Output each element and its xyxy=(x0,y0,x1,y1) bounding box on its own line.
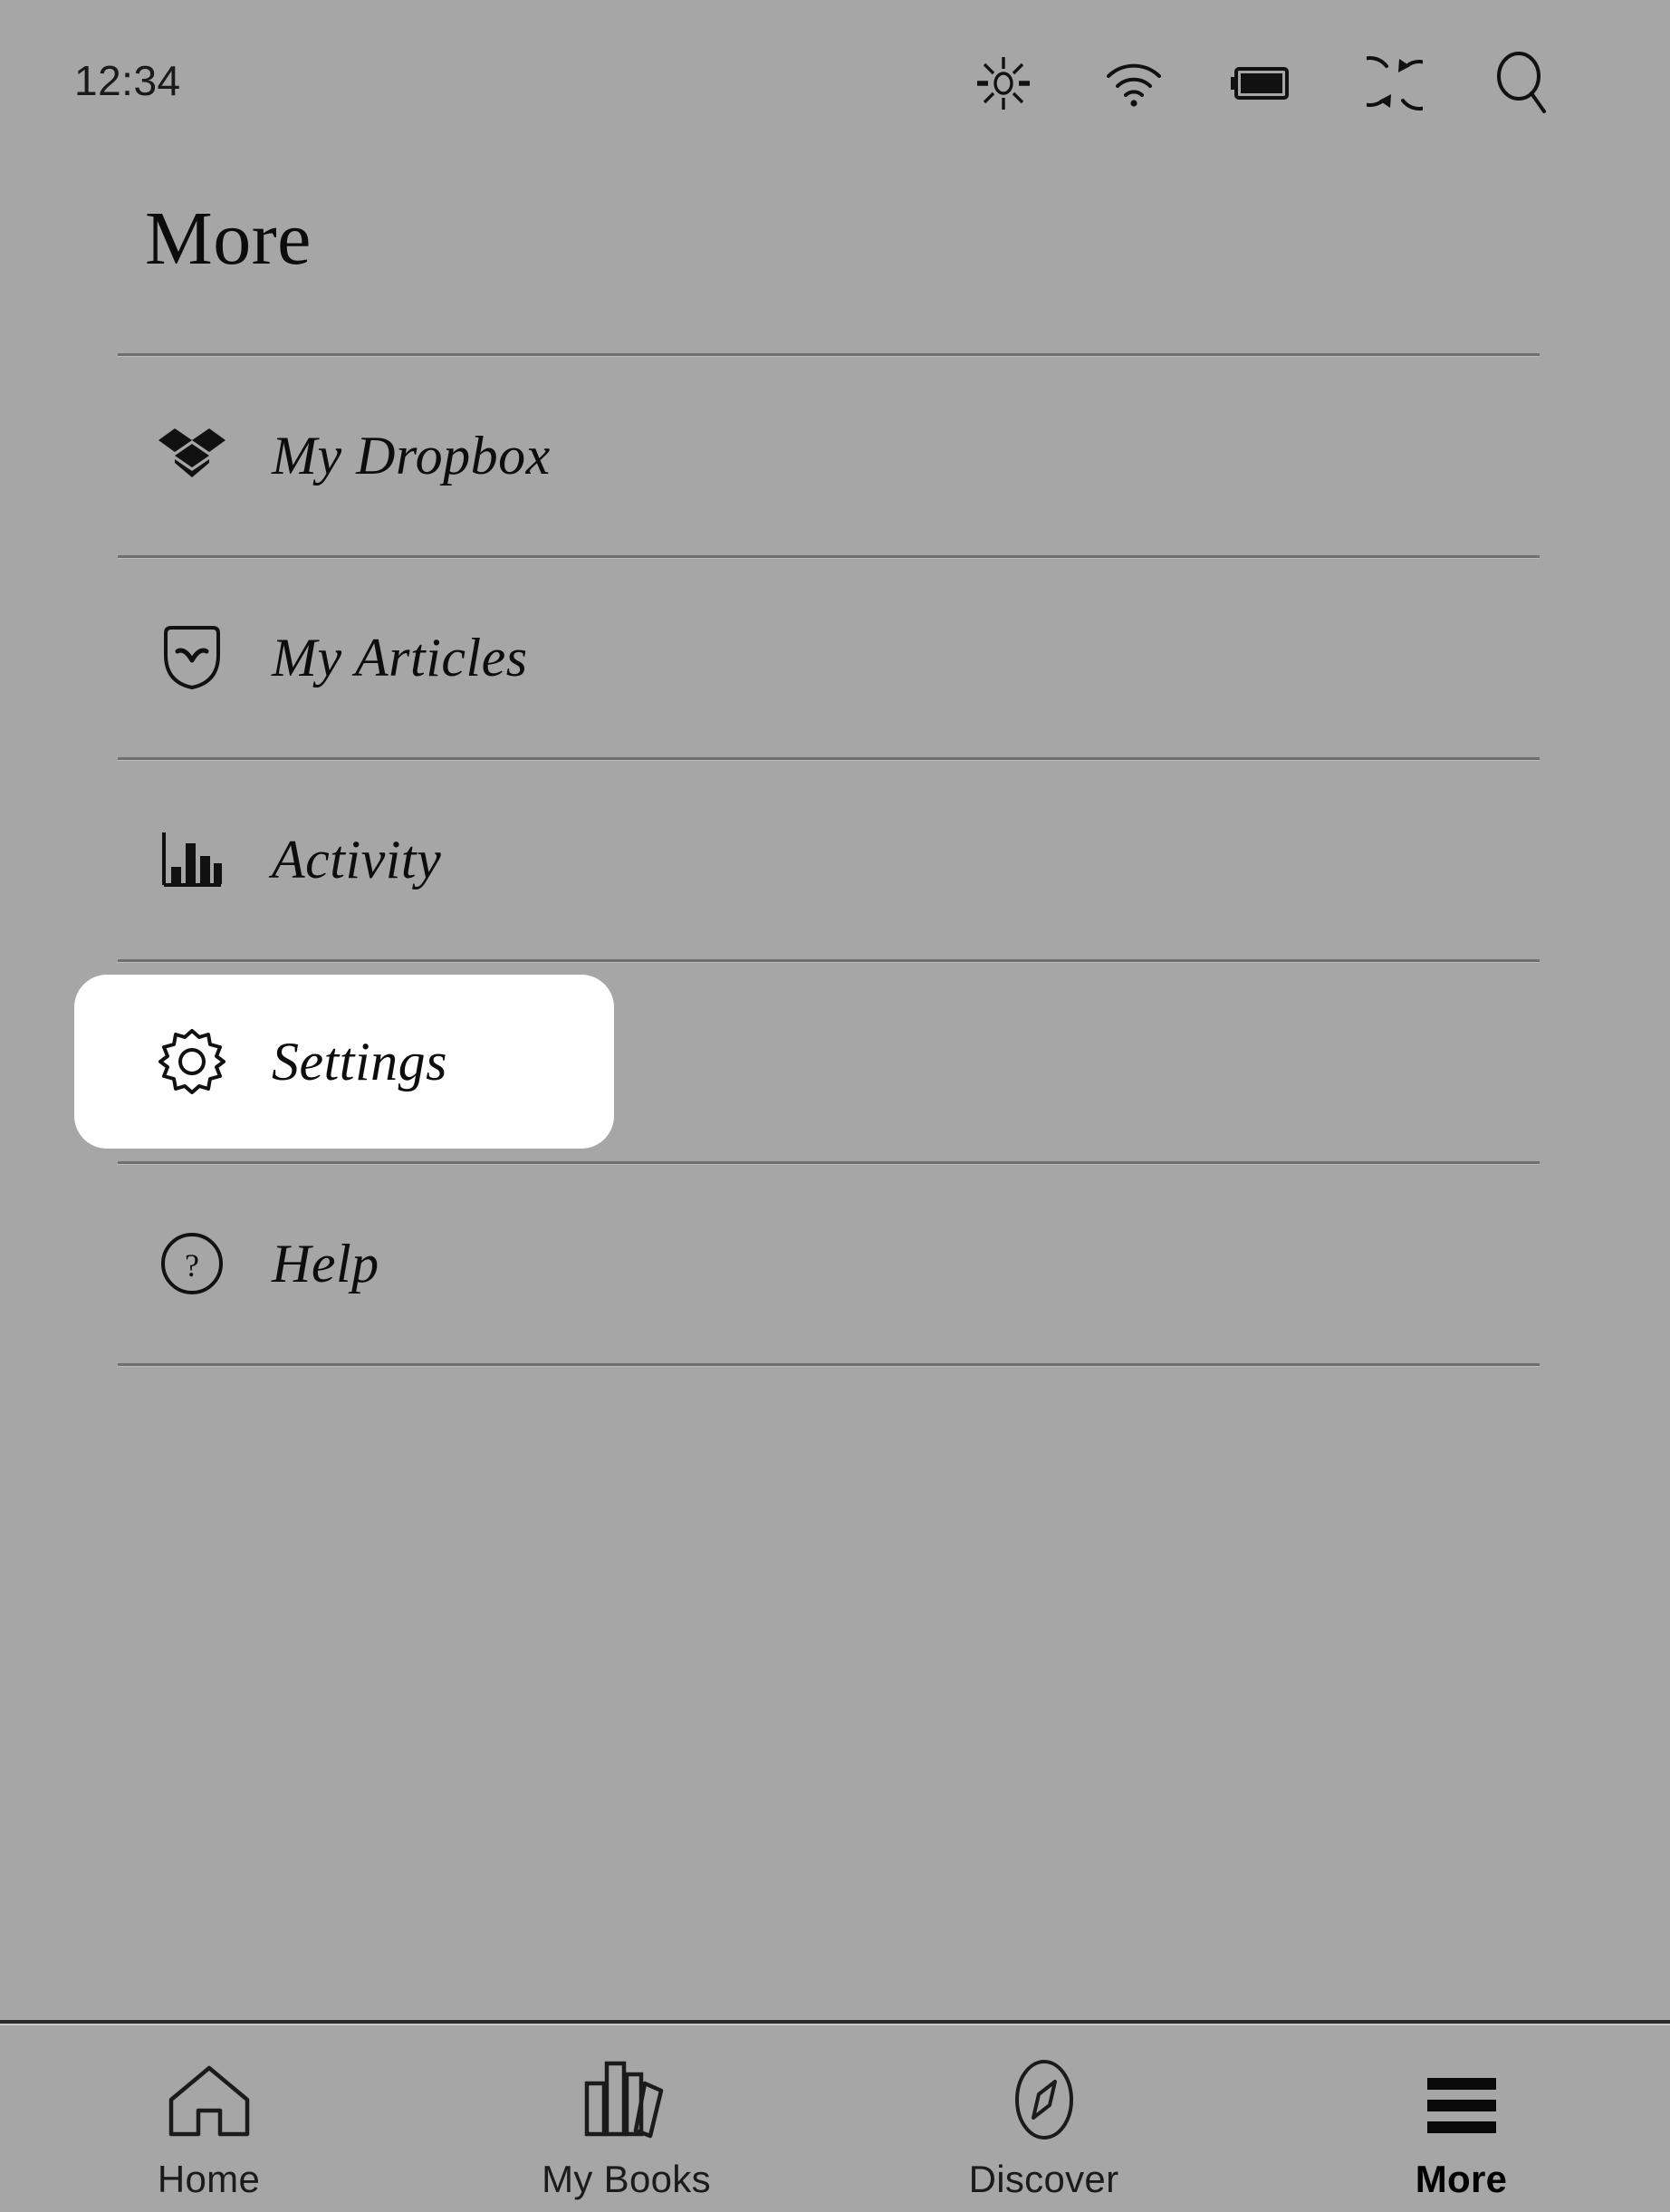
menu-item-label: My Dropbox xyxy=(272,425,551,487)
svg-text:?: ? xyxy=(185,1247,199,1284)
gear-icon xyxy=(138,1027,246,1096)
books-icon xyxy=(581,2044,672,2141)
search-icon[interactable] xyxy=(1485,47,1558,120)
menu-item-label: Help xyxy=(272,1233,379,1295)
question-circle-icon: ? xyxy=(138,1231,246,1296)
nav-item-label: Home xyxy=(158,2158,260,2201)
compass-icon xyxy=(1006,2044,1082,2141)
nav-item-home[interactable]: Home xyxy=(0,2024,418,2212)
menu-item-help[interactable]: ? Help xyxy=(118,1164,1540,1363)
nav-item-label: Discover xyxy=(969,2158,1119,2201)
menu-item-label: My Articles xyxy=(272,627,528,689)
nav-item-more[interactable]: More xyxy=(1252,2024,1670,2212)
battery-icon[interactable] xyxy=(1224,47,1297,120)
menu-item-label: Activity xyxy=(272,829,441,891)
hamburger-icon xyxy=(1420,2044,1503,2141)
wifi-icon[interactable] xyxy=(1098,47,1170,120)
nav-item-my-books[interactable]: My Books xyxy=(418,2024,835,2212)
more-menu-list: My Dropbox My Articles Activity xyxy=(118,353,1540,1366)
dropbox-icon xyxy=(138,425,246,486)
pocket-icon xyxy=(138,624,246,691)
menu-item-my-articles[interactable]: My Articles xyxy=(118,558,1540,757)
menu-item-settings[interactable]: Settings xyxy=(118,962,1540,1161)
house-icon xyxy=(166,2044,253,2141)
divider xyxy=(118,1363,1540,1366)
page-title: More xyxy=(145,201,312,277)
sync-icon[interactable] xyxy=(1358,47,1431,120)
nav-item-label: My Books xyxy=(542,2158,711,2201)
menu-item-label: Settings xyxy=(272,1031,447,1093)
bar-chart-icon xyxy=(138,829,246,890)
brightness-icon[interactable] xyxy=(967,47,1040,120)
menu-item-activity[interactable]: Activity xyxy=(118,760,1540,959)
status-bar: 12:34 xyxy=(0,0,1670,136)
nav-item-discover[interactable]: Discover xyxy=(835,2024,1252,2212)
status-time: 12:34 xyxy=(74,56,181,105)
menu-item-my-dropbox[interactable]: My Dropbox xyxy=(118,356,1540,555)
bottom-navigation-bar: Home My Books Discover xyxy=(0,2020,1670,2212)
nav-item-label: More xyxy=(1416,2158,1508,2201)
